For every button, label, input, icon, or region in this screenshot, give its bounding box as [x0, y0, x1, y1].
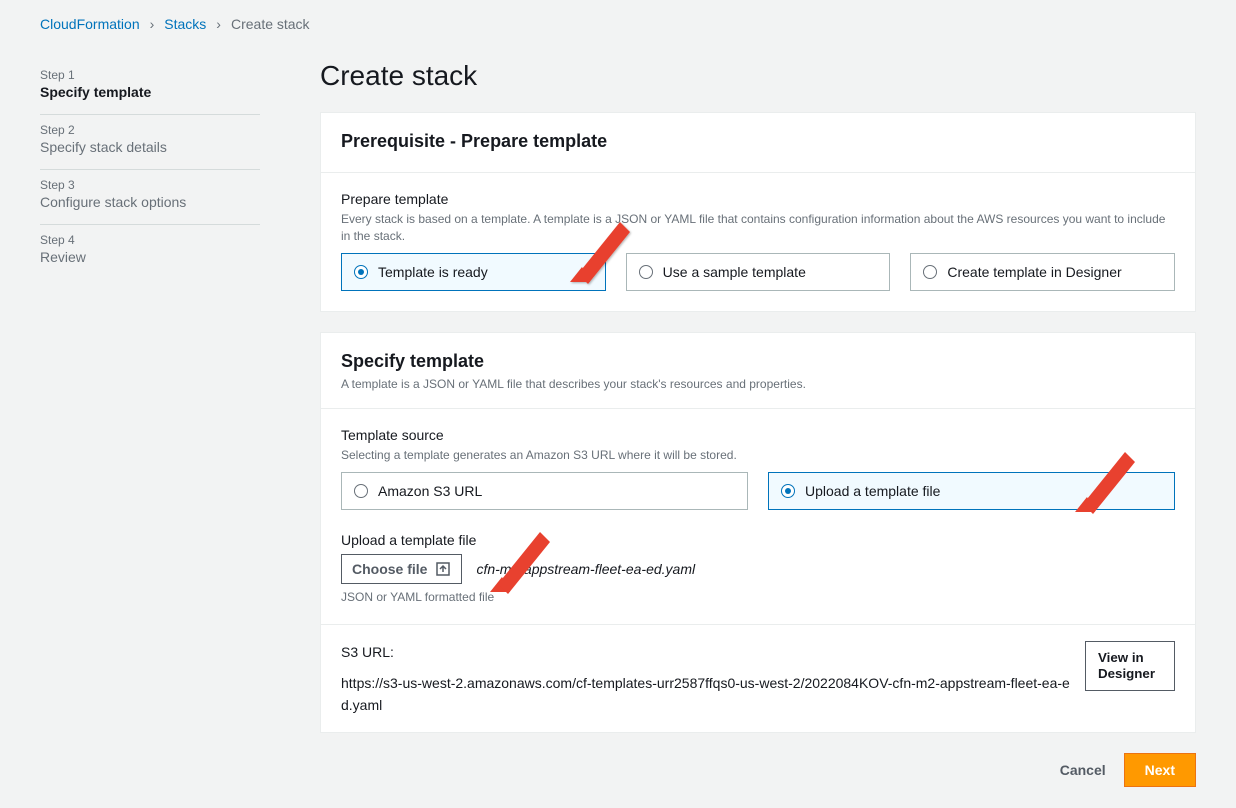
panel-heading: Specify template [341, 351, 1175, 372]
radio-icon [354, 265, 368, 279]
panel-specify-template: Specify template A template is a JSON or… [320, 332, 1196, 734]
breadcrumb-cloudformation[interactable]: CloudFormation [40, 16, 140, 32]
panel-heading: Prerequisite - Prepare template [341, 131, 1175, 152]
radio-label: Template is ready [378, 264, 488, 280]
s3-url-value: https://s3-us-west-2.amazonaws.com/cf-te… [341, 672, 1073, 717]
radio-icon [923, 265, 937, 279]
step-number: Step 4 [40, 233, 260, 247]
radio-template-ready[interactable]: Template is ready [341, 253, 606, 291]
upload-icon [435, 561, 451, 577]
radio-upload-file[interactable]: Upload a template file [768, 472, 1175, 510]
chevron-right-icon: › [150, 16, 155, 32]
step-title: Configure stack options [40, 194, 260, 210]
template-source-hint: Selecting a template generates an Amazon… [341, 447, 1175, 464]
chevron-right-icon: › [216, 16, 221, 32]
radio-s3-url[interactable]: Amazon S3 URL [341, 472, 748, 510]
radio-label: Create template in Designer [947, 264, 1121, 280]
radio-use-sample[interactable]: Use a sample template [626, 253, 891, 291]
wizard-footer: Cancel Next [320, 753, 1196, 787]
radio-label: Amazon S3 URL [378, 483, 482, 499]
main-content: Create stack Prerequisite - Prepare temp… [320, 60, 1196, 787]
radio-icon [354, 484, 368, 498]
breadcrumb-current: Create stack [231, 16, 310, 32]
radio-label: Upload a template file [805, 483, 940, 499]
step-title: Specify template [40, 84, 260, 100]
choose-file-button[interactable]: Choose file [341, 554, 462, 584]
format-hint: JSON or YAML formatted file [341, 590, 1175, 604]
radio-label: Use a sample template [663, 264, 806, 280]
prepare-template-hint: Every stack is based on a template. A te… [341, 211, 1175, 245]
uploaded-filename: cfn-m2-appstream-fleet-ea-ed.yaml [476, 561, 695, 577]
step-number: Step 3 [40, 178, 260, 192]
radio-icon [639, 265, 653, 279]
page-title: Create stack [320, 60, 1196, 92]
step-number: Step 1 [40, 68, 260, 82]
cancel-button[interactable]: Cancel [1060, 762, 1106, 778]
wizard-step-3[interactable]: Step 3 Configure stack options [40, 170, 260, 225]
step-title: Specify stack details [40, 139, 260, 155]
breadcrumb: CloudFormation › Stacks › Create stack [40, 16, 1196, 32]
wizard-step-4[interactable]: Step 4 Review [40, 225, 260, 279]
radio-icon [781, 484, 795, 498]
wizard-step-2[interactable]: Step 2 Specify stack details [40, 115, 260, 170]
view-in-designer-button[interactable]: View in Designer [1085, 641, 1175, 691]
panel-subheading: A template is a JSON or YAML file that d… [341, 376, 1175, 393]
next-button[interactable]: Next [1124, 753, 1196, 787]
upload-label: Upload a template file [341, 532, 1175, 548]
step-title: Review [40, 249, 260, 265]
breadcrumb-stacks[interactable]: Stacks [164, 16, 206, 32]
step-number: Step 2 [40, 123, 260, 137]
wizard-step-1[interactable]: Step 1 Specify template [40, 60, 260, 115]
panel-prerequisite: Prerequisite - Prepare template Prepare … [320, 112, 1196, 312]
wizard-steps: Step 1 Specify template Step 2 Specify s… [40, 60, 260, 787]
prepare-template-label: Prepare template [341, 191, 1175, 207]
s3-url-label: S3 URL: [341, 641, 394, 663]
radio-create-designer[interactable]: Create template in Designer [910, 253, 1175, 291]
template-source-label: Template source [341, 427, 1175, 443]
choose-file-label: Choose file [352, 561, 427, 577]
